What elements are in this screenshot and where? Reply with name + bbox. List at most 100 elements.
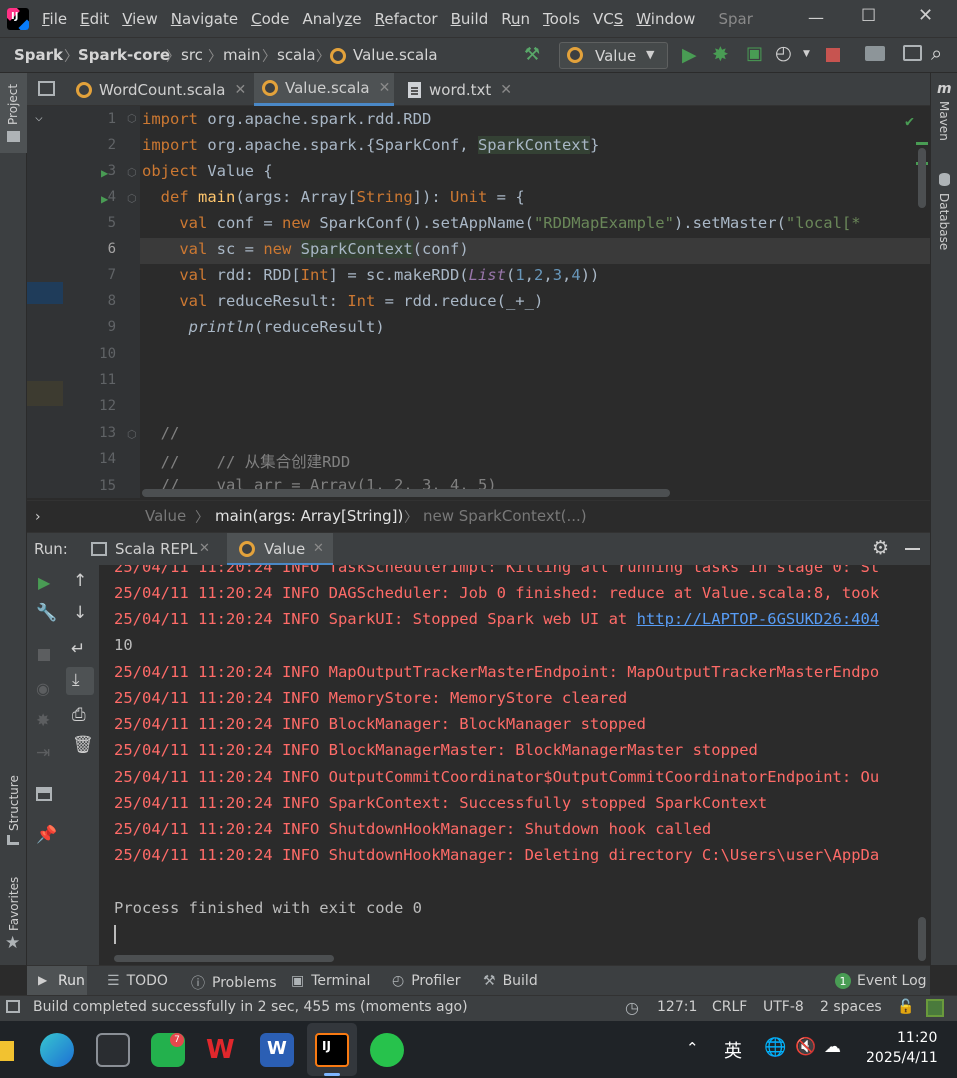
- tab-wordcount[interactable]: WordCount.scala ✕: [72, 73, 249, 106]
- tab-scala-repl[interactable]: Scala REPL ✕: [85, 533, 219, 566]
- breadcrumb-scala[interactable]: scala: [277, 46, 316, 64]
- rerun-icon[interactable]: ▶: [38, 573, 50, 592]
- file-explorer-icon[interactable]: [0, 1041, 14, 1061]
- menu-vcs[interactable]: VCS: [593, 10, 623, 28]
- run-config-select[interactable]: Value ▼: [559, 42, 668, 69]
- wechat-icon[interactable]: [370, 1033, 404, 1067]
- run-gutter-icon[interactable]: ▶: [101, 192, 108, 206]
- soft-wrap-icon[interactable]: ↵: [71, 639, 85, 659]
- lock-icon[interactable]: 🔓: [897, 999, 914, 1015]
- vertical-scrollbar[interactable]: [918, 148, 926, 208]
- tool-tab-profiler[interactable]: ◴ Profiler: [392, 973, 461, 989]
- profile-icon[interactable]: ◴: [775, 42, 792, 64]
- clock-date[interactable]: 2025/4/11: [866, 1050, 938, 1066]
- menu-tools[interactable]: Tools: [543, 10, 580, 28]
- menu-file[interactable]: File: [42, 10, 67, 28]
- speaker-muted-icon[interactable]: 🔇: [795, 1037, 816, 1057]
- database-tool-button[interactable]: Database: [931, 173, 957, 258]
- project-tool-button[interactable]: Project: [0, 73, 27, 153]
- run-gutter-icon[interactable]: ▶: [101, 166, 108, 180]
- breadcrumb-method[interactable]: main(args: Array[String]): [215, 507, 403, 525]
- line-separator[interactable]: CRLF: [712, 999, 747, 1015]
- chevron-down-icon[interactable]: ⌵: [35, 110, 43, 125]
- menu-analyze[interactable]: Analyze: [303, 10, 362, 28]
- close-icon[interactable]: ✕: [918, 5, 933, 26]
- file-encoding[interactable]: UTF-8: [763, 999, 804, 1015]
- menu-build[interactable]: Build: [451, 10, 489, 28]
- exit-icon[interactable]: ⇥: [36, 743, 50, 763]
- breadcrumb-object[interactable]: Value: [145, 507, 186, 525]
- breadcrumb-main[interactable]: main: [223, 46, 260, 64]
- print-icon[interactable]: ⎙: [72, 705, 86, 725]
- wps-icon[interactable]: W: [206, 1035, 235, 1065]
- event-log-button[interactable]: 1 Event Log: [835, 973, 927, 989]
- caret-position[interactable]: 127:1: [657, 999, 697, 1015]
- spark-ui-link[interactable]: http://LAPTOP-6GSUKD26:404: [637, 610, 880, 628]
- coverage-icon[interactable]: ▣: [746, 43, 763, 64]
- fold-icon[interactable]: ⬡: [127, 192, 137, 205]
- menu-window[interactable]: Window: [636, 10, 695, 28]
- ime-indicator[interactable]: 英: [724, 1037, 742, 1063]
- clock-icon[interactable]: ◷: [625, 998, 639, 1017]
- debug-icon[interactable]: ✸: [712, 42, 729, 66]
- window-layout-icon[interactable]: [38, 81, 55, 96]
- menu-run[interactable]: Run: [501, 10, 530, 28]
- tab-value-run[interactable]: Value ✕: [227, 533, 333, 566]
- menu-navigate[interactable]: Navigate: [171, 10, 238, 28]
- indent-setting[interactable]: 2 spaces: [820, 999, 882, 1015]
- search-icon[interactable]: ⌕: [931, 41, 942, 65]
- hammer-icon[interactable]: ⚒: [524, 44, 540, 65]
- close-icon[interactable]: ✕: [500, 82, 512, 98]
- breadcrumb-module[interactable]: Spark-core: [78, 46, 170, 64]
- tool-tab-build[interactable]: ⚒ Build: [483, 973, 538, 989]
- run-icon[interactable]: ▶: [682, 44, 697, 66]
- menu-edit[interactable]: Edit: [80, 10, 109, 28]
- arrow-down-icon[interactable]: ↓: [73, 603, 87, 623]
- tool-tab-problems[interactable]: ⓘ Problems: [191, 973, 277, 993]
- code-editor[interactable]: import org.apache.spark.rdd.RDD import o…: [140, 106, 930, 498]
- menu-view[interactable]: View: [122, 10, 158, 28]
- plugin-icon[interactable]: [926, 999, 944, 1017]
- vertical-scrollbar[interactable]: [918, 917, 926, 961]
- layout-icon[interactable]: [36, 787, 52, 801]
- terminal-window-icon[interactable]: [903, 45, 922, 61]
- menu-refactor[interactable]: Refactor: [375, 10, 438, 28]
- edge-browser-icon[interactable]: [40, 1033, 74, 1067]
- chevron-up-icon[interactable]: ⌃: [686, 1039, 699, 1057]
- structure-tool-button[interactable]: Structure: [0, 763, 27, 853]
- favorites-tool-button[interactable]: Favorites ★: [0, 873, 27, 963]
- close-icon[interactable]: ✕: [313, 541, 324, 556]
- network-icon[interactable]: 🌐: [764, 1037, 786, 1058]
- close-icon[interactable]: ✕: [234, 82, 246, 98]
- tool-tab-terminal[interactable]: ▣ Terminal: [291, 973, 370, 989]
- stop-icon[interactable]: [38, 649, 50, 661]
- debug-icon[interactable]: ✸: [36, 711, 50, 731]
- minimize-panel-icon[interactable]: [905, 548, 920, 550]
- chevron-right-icon[interactable]: ›: [35, 509, 41, 525]
- maven-tool-button[interactable]: m Maven: [931, 81, 957, 161]
- intellij-taskbar-button[interactable]: IJ: [307, 1023, 357, 1076]
- maximize-icon[interactable]: ☐: [861, 6, 876, 26]
- tab-value[interactable]: Value.scala ✕: [254, 73, 394, 106]
- pin-icon[interactable]: 📌: [36, 825, 57, 845]
- menu-code[interactable]: Code: [251, 10, 289, 28]
- word-icon[interactable]: W: [260, 1033, 294, 1067]
- chevron-down-icon[interactable]: ▼: [803, 49, 810, 59]
- horizontal-scrollbar[interactable]: [142, 489, 670, 497]
- toggle-panels-icon[interactable]: [6, 1000, 20, 1013]
- trash-icon[interactable]: 🗑: [72, 735, 94, 755]
- breadcrumb-project[interactable]: Spark: [14, 46, 63, 64]
- tool-tab-todo[interactable]: ☰ TODO: [107, 973, 168, 989]
- clock-time[interactable]: 11:20: [897, 1030, 937, 1046]
- wrench-icon[interactable]: 🔧: [36, 603, 57, 623]
- minimize-icon[interactable]: —: [808, 8, 824, 27]
- fold-icon[interactable]: ⬡: [127, 112, 137, 125]
- breadcrumb-src[interactable]: src: [181, 46, 203, 64]
- breadcrumb-expr[interactable]: new SparkContext(...): [423, 507, 587, 525]
- tool-tab-run[interactable]: ▶ Run: [27, 966, 87, 996]
- horizontal-scrollbar[interactable]: [114, 955, 334, 962]
- close-icon[interactable]: ✕: [199, 541, 210, 556]
- close-icon[interactable]: ✕: [379, 80, 391, 96]
- arrow-up-icon[interactable]: ↑: [73, 571, 87, 591]
- camera-icon[interactable]: ◉: [36, 679, 50, 698]
